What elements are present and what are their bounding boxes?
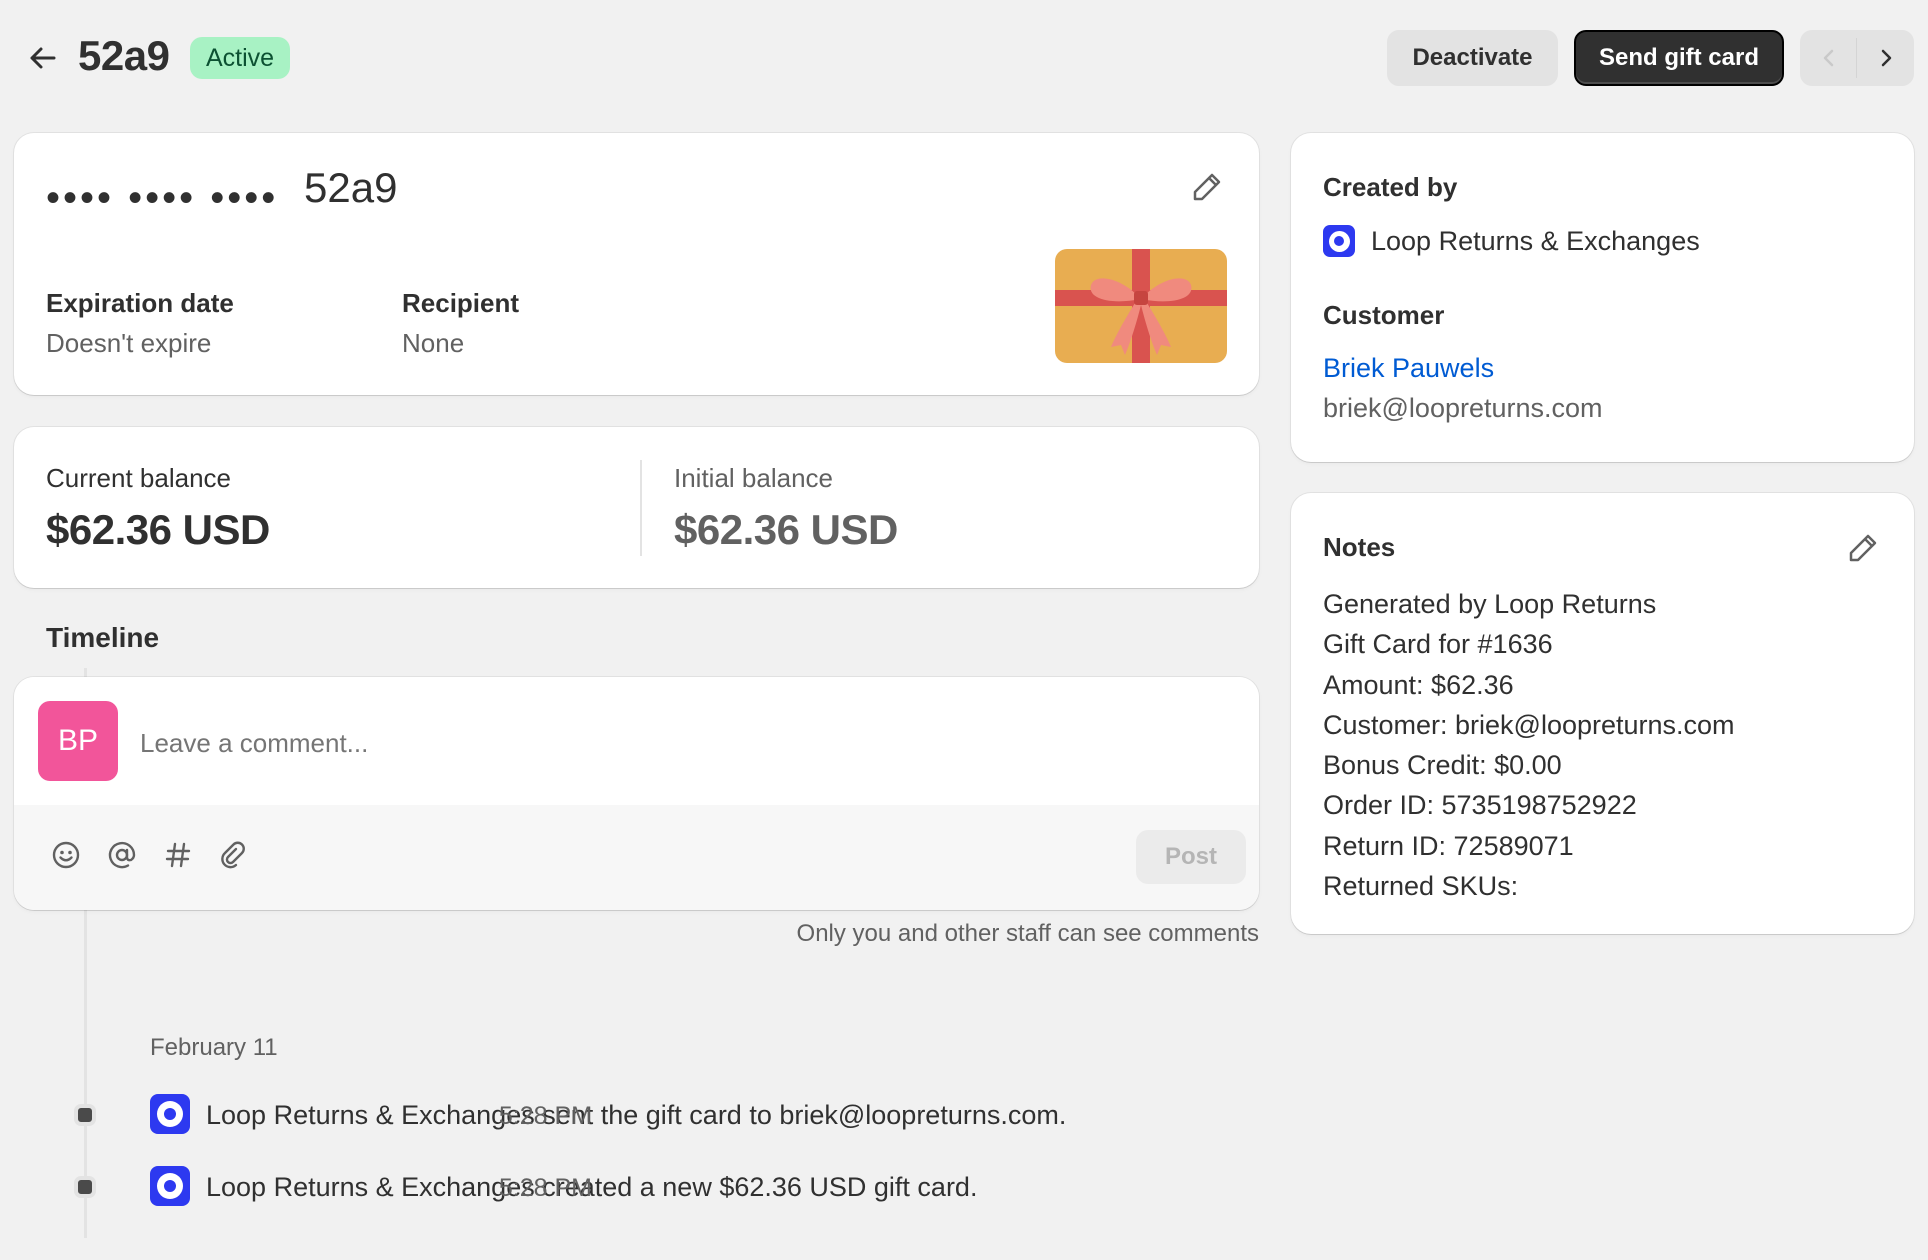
edit-code-button[interactable]: [1190, 170, 1224, 204]
chevron-right-icon: [1881, 49, 1891, 67]
comment-box: BP Post: [14, 677, 1259, 910]
paperclip-icon: [221, 841, 245, 869]
timeline-event: Loop Returns & Exchanges sent the gift c…: [0, 1090, 1260, 1140]
loop-logo-icon: [1323, 225, 1355, 257]
timeline-heading: Timeline: [46, 622, 160, 653]
customer-heading: Customer: [1323, 300, 1445, 330]
page-title: 52a9: [78, 32, 170, 79]
note-line: Generated by Loop Returns: [1323, 589, 1657, 619]
event-time: 5:28 PM: [498, 1102, 592, 1130]
back-button[interactable]: [24, 40, 60, 76]
pencil-icon: [1193, 173, 1221, 201]
note-line: Order ID: 5735198752922: [1323, 790, 1637, 821]
comment-toolbar: [14, 805, 1259, 910]
timeline-dot: [74, 1104, 96, 1126]
chevron-left-icon: [1823, 49, 1833, 67]
timeline-dot: [74, 1176, 96, 1198]
mention-button[interactable]: [104, 837, 140, 873]
pagination: [1800, 30, 1914, 86]
comment-input-area: BP: [14, 677, 1259, 805]
current-balance-value: $62.36 USD: [46, 506, 270, 553]
staff-visibility-note: Only you and other staff can see comment…: [796, 920, 1259, 947]
expiration-date-label: Expiration date: [46, 288, 234, 318]
gift-card-icon: [1055, 249, 1227, 363]
hashtag-button[interactable]: [160, 837, 196, 873]
created-by-heading: Created by: [1323, 172, 1458, 202]
send-gift-card-button[interactable]: Send gift card: [1574, 30, 1784, 86]
customer-name-link[interactable]: Briek Pauwels: [1323, 353, 1494, 384]
note-line: Return ID: 72589071: [1323, 830, 1574, 861]
customer-email: briek@loopreturns.com: [1323, 393, 1603, 423]
smiley-icon: [52, 841, 80, 869]
masked-code: •••• •••• ••••: [46, 176, 279, 220]
arrow-left-icon: [30, 47, 56, 69]
notes-list: Generated by Loop Returns Gift Card for …: [1323, 584, 1735, 906]
note-line: Customer: briek@loopreturns.com: [1323, 709, 1735, 740]
balance-divider: [640, 460, 642, 556]
next-button[interactable]: [1857, 30, 1914, 86]
timeline-date: February 11: [150, 1034, 278, 1061]
note-line: Amount: $62.36: [1323, 669, 1514, 700]
event-text: Loop Returns & Exchanges sent the gift c…: [206, 1100, 1067, 1130]
timeline-event: Loop Returns & Exchanges created a new $…: [0, 1162, 1260, 1212]
page-header: 52a9 Active Deactivate Send gift card: [0, 0, 1928, 116]
attach-button[interactable]: [216, 837, 252, 873]
note-line: Bonus Credit: $0.00: [1323, 750, 1562, 781]
emoji-button[interactable]: [48, 837, 84, 873]
loop-logo-icon: [150, 1166, 190, 1206]
hashtag-icon: [165, 842, 191, 868]
note-line: Gift Card for #1636: [1323, 629, 1553, 660]
post-button[interactable]: Post: [1136, 830, 1246, 884]
avatar: BP: [38, 701, 118, 781]
notes-heading: Notes: [1323, 532, 1396, 562]
status-badge: Active: [190, 37, 291, 79]
note-line: Returned SKUs:: [1323, 871, 1519, 902]
code-last-four: 52a9: [304, 164, 398, 211]
at-sign-icon: [108, 841, 136, 869]
previous-button[interactable]: [1800, 30, 1857, 86]
recipient-label: Recipient: [402, 288, 520, 318]
recipient-value: None: [402, 328, 465, 358]
creator-name: Loop Returns & Exchanges: [1371, 226, 1700, 256]
event-time: 5:28 PM: [498, 1174, 592, 1202]
pencil-icon: [1849, 534, 1877, 562]
edit-notes-button[interactable]: [1846, 531, 1880, 565]
deactivate-button[interactable]: Deactivate: [1387, 30, 1558, 86]
comment-input[interactable]: [140, 723, 1140, 763]
initial-balance-label: Initial balance: [674, 463, 833, 493]
initial-balance-value: $62.36 USD: [674, 506, 898, 553]
loop-logo-icon: [150, 1094, 190, 1134]
current-balance-label: Current balance: [46, 463, 231, 493]
expiration-date-value: Doesn't expire: [46, 328, 212, 358]
